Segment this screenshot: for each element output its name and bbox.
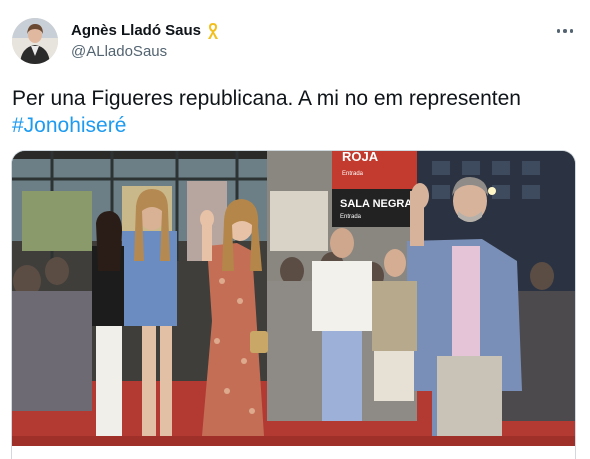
tweet-body: Per una Figueres republicana. A mi no em… bbox=[12, 87, 521, 110]
top-sign-sub: Entrada bbox=[342, 171, 364, 177]
avatar[interactable] bbox=[12, 18, 58, 64]
hashtag-link[interactable]: #Jonohiseré bbox=[12, 112, 578, 139]
tweet-photo[interactable]: ROJA Entrada SALA NEGRA Entrada bbox=[11, 150, 576, 446]
top-sign-text: ROJA bbox=[342, 151, 379, 164]
bottom-sign-text: SALA NEGRA bbox=[340, 198, 412, 210]
more-dots-icon bbox=[556, 29, 561, 33]
author-name-row: Agnès Lladó Saus bbox=[71, 22, 220, 40]
bottom-sign-sub: Entrada bbox=[340, 214, 362, 220]
more-dots-icon bbox=[569, 29, 574, 33]
yellow-ribbon-icon bbox=[206, 22, 220, 40]
card-bottom-edge bbox=[11, 446, 576, 459]
tweet-card: Agnès Lladó Saus @ALladoSaus Per una Fig… bbox=[0, 0, 590, 459]
author-handle[interactable]: @ALladoSaus bbox=[71, 43, 167, 61]
more-dots-icon bbox=[563, 29, 567, 33]
tweet-text: Per una Figueres republicana. A mi no em… bbox=[12, 85, 578, 139]
more-options-button[interactable] bbox=[552, 22, 578, 40]
author-display-name[interactable]: Agnès Lladó Saus bbox=[71, 22, 201, 40]
